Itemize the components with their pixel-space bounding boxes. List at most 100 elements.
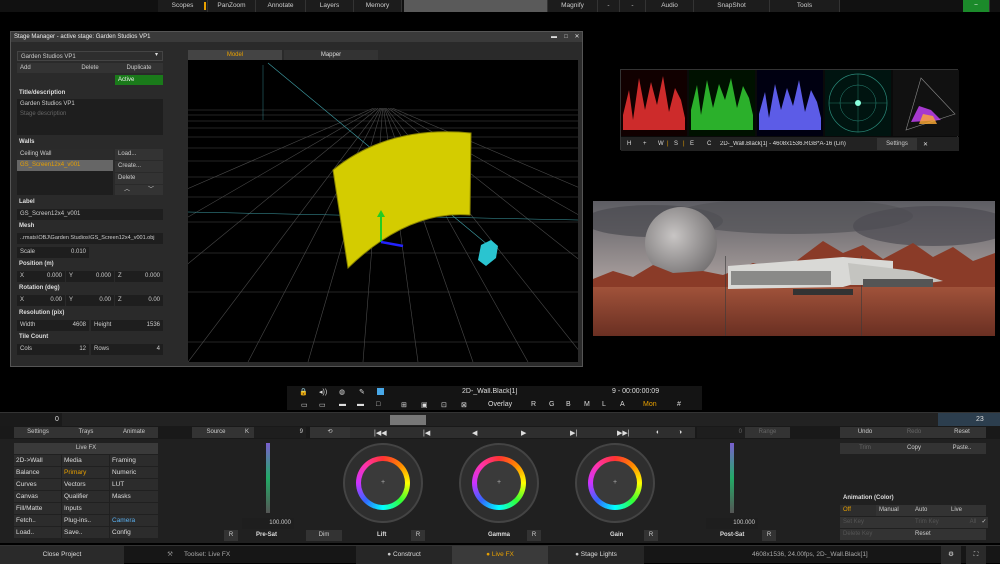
timeline-track[interactable] (62, 413, 938, 426)
menu-curves[interactable]: Curves (14, 479, 61, 490)
hash-button[interactable]: # (677, 401, 681, 408)
checkbox[interactable]: ✓ (980, 517, 988, 528)
restore-icon[interactable]: □ (561, 32, 571, 42)
construct-tab[interactable]: ● Construct (356, 546, 452, 564)
dash-button-2[interactable]: - (620, 0, 646, 12)
post-sat-value[interactable]: 100.000 (706, 518, 758, 529)
skip-end-icon[interactable]: ▶▶| (617, 429, 630, 437)
trim-key-button[interactable]: Trim Key (912, 517, 966, 528)
magnify-button[interactable]: Magnify (548, 0, 598, 12)
create-button[interactable]: Create... (115, 161, 163, 172)
tab-model[interactable]: Model (188, 50, 282, 60)
cols-field[interactable]: Cols 12 (17, 344, 89, 355)
trays-button[interactable]: Trays (62, 427, 110, 438)
width-field[interactable]: Width 4608 (17, 320, 89, 331)
delete-key-button[interactable]: Delete Key (840, 529, 912, 540)
menu-canvas[interactable]: Canvas (14, 491, 61, 502)
image-viewer[interactable] (593, 201, 995, 336)
pos-x-field[interactable]: X 0.000 (17, 271, 65, 282)
wall-item-ceiling[interactable]: Ceiling Wall (17, 149, 113, 160)
k-button[interactable]: K (240, 427, 254, 438)
gear-icon[interactable]: ⚙ (941, 546, 961, 564)
rot-z-field[interactable]: Z 0.00 (115, 295, 163, 306)
annotate-button[interactable]: Annotate (256, 0, 306, 12)
gamma-reset[interactable]: R (527, 530, 541, 541)
tools-button[interactable]: Tools (770, 0, 840, 12)
paste-button[interactable]: Paste.. (938, 443, 986, 454)
delete-stage-button[interactable]: Delete (65, 63, 115, 73)
set-key-button[interactable]: Set Key (840, 517, 912, 528)
post-sat-slider[interactable] (730, 443, 734, 513)
load-button[interactable]: Load... (115, 149, 163, 160)
scale-field[interactable]: 0.010 (51, 247, 89, 258)
frame-field[interactable]: 9 (254, 427, 306, 438)
duplicate-button[interactable]: Duplicate (115, 63, 163, 73)
lock-icon[interactable]: 🔒 (299, 388, 308, 396)
display-icon[interactable] (377, 388, 384, 395)
menu-load[interactable]: Load.. (14, 527, 61, 538)
rows-field[interactable]: Rows 4 (91, 344, 163, 355)
lift-wheel[interactable]: + (343, 443, 423, 523)
menu-icon[interactable]: ▬ (549, 32, 559, 42)
3d-viewport[interactable] (0, 60, 989, 363)
crop-icon[interactable]: ⊠ (461, 401, 467, 409)
g-channel-button[interactable]: G (549, 401, 554, 408)
menu-fill-matte[interactable]: Fill/Matte (14, 503, 61, 514)
h-button[interactable]: H (627, 141, 631, 147)
label-field[interactable]: GS_Screen12x4_v001 (17, 209, 163, 220)
play-reverse-icon[interactable]: ◀ (472, 429, 477, 437)
timeline-playhead[interactable] (390, 415, 426, 425)
menu-save[interactable]: Save.. (62, 527, 109, 538)
layout-icon-2[interactable]: ▭ (319, 401, 326, 409)
menu-primary[interactable]: Primary (62, 467, 109, 478)
lift-reset[interactable]: R (411, 530, 425, 541)
height-field[interactable]: Height 1536 (91, 320, 163, 331)
wall-item-selected[interactable]: GS_Screen12x4_v001 (17, 160, 113, 171)
c-button[interactable]: C (707, 141, 711, 147)
timeline[interactable]: 0 23 (0, 412, 1000, 426)
menu-media[interactable]: Media (62, 455, 109, 466)
scopes-panel[interactable]: H + W | S | E C 2D-_Wall.Black[1] - 4608… (620, 69, 959, 151)
overlay-button[interactable]: Overlay (488, 401, 512, 408)
menu-qualifier[interactable]: Qualifier (62, 491, 109, 502)
anim-off-button[interactable]: Off (840, 505, 876, 516)
step-forward-icon[interactable]: ▶| (570, 429, 577, 437)
b-channel-button[interactable]: B (566, 401, 571, 408)
close-icon[interactable]: ✕ (572, 32, 582, 42)
pre-sat-reset[interactable]: R (224, 530, 238, 541)
a-channel-button[interactable]: A (620, 401, 625, 408)
play-icon[interactable]: ▶ (521, 429, 526, 437)
close-icon[interactable]: ✕ (923, 141, 928, 148)
square-icon[interactable]: □ (376, 401, 380, 408)
delete-wall-button[interactable]: Delete (115, 173, 163, 184)
step-back-icon[interactable]: |◀ (423, 429, 430, 437)
mon-button[interactable]: Mon (643, 401, 657, 408)
mesh-field[interactable]: ..rmats\OBJ\Garden Studios\GS_Screen12x4… (17, 233, 163, 244)
all-button[interactable]: All (966, 517, 980, 528)
w-button[interactable]: W (658, 141, 664, 147)
dash-button-1[interactable]: - (598, 0, 620, 12)
panzoom-button[interactable]: PanZoom (208, 0, 256, 12)
range-button[interactable]: Range (745, 427, 790, 438)
anim-auto-button[interactable]: Auto (912, 505, 948, 516)
e-button[interactable]: E (690, 141, 694, 147)
fit-icon[interactable]: ▣ (421, 401, 428, 409)
chevron-up-icon[interactable]: ︿ (115, 185, 139, 195)
walls-list[interactable]: Ceiling Wall GS_Screen12x4_v001 (17, 149, 113, 195)
globe-icon[interactable]: ◍ (339, 388, 345, 396)
add-button[interactable]: Add (17, 63, 65, 73)
menu-camera[interactable]: Camera (110, 515, 158, 526)
menu-config[interactable]: Config (110, 527, 158, 538)
menu-vectors[interactable]: Vectors (62, 479, 109, 490)
film-icon-2[interactable]: ▬ (357, 401, 364, 408)
menu-plugins[interactable]: Plug-ins.. (62, 515, 109, 526)
anim-reset-button[interactable]: Reset (912, 529, 986, 540)
menu-numeric[interactable]: Numeric (110, 467, 158, 478)
layout-icon-1[interactable]: ▭ (301, 401, 308, 409)
source-button[interactable]: Source (192, 427, 240, 438)
gain-wheel[interactable]: + (575, 443, 655, 523)
memory-button[interactable]: Memory (354, 0, 402, 12)
scopes-settings-button[interactable]: Settings (877, 138, 917, 150)
undo-button[interactable]: Undo (840, 427, 890, 438)
stage-select[interactable]: Garden Studios VP1 (17, 51, 163, 61)
